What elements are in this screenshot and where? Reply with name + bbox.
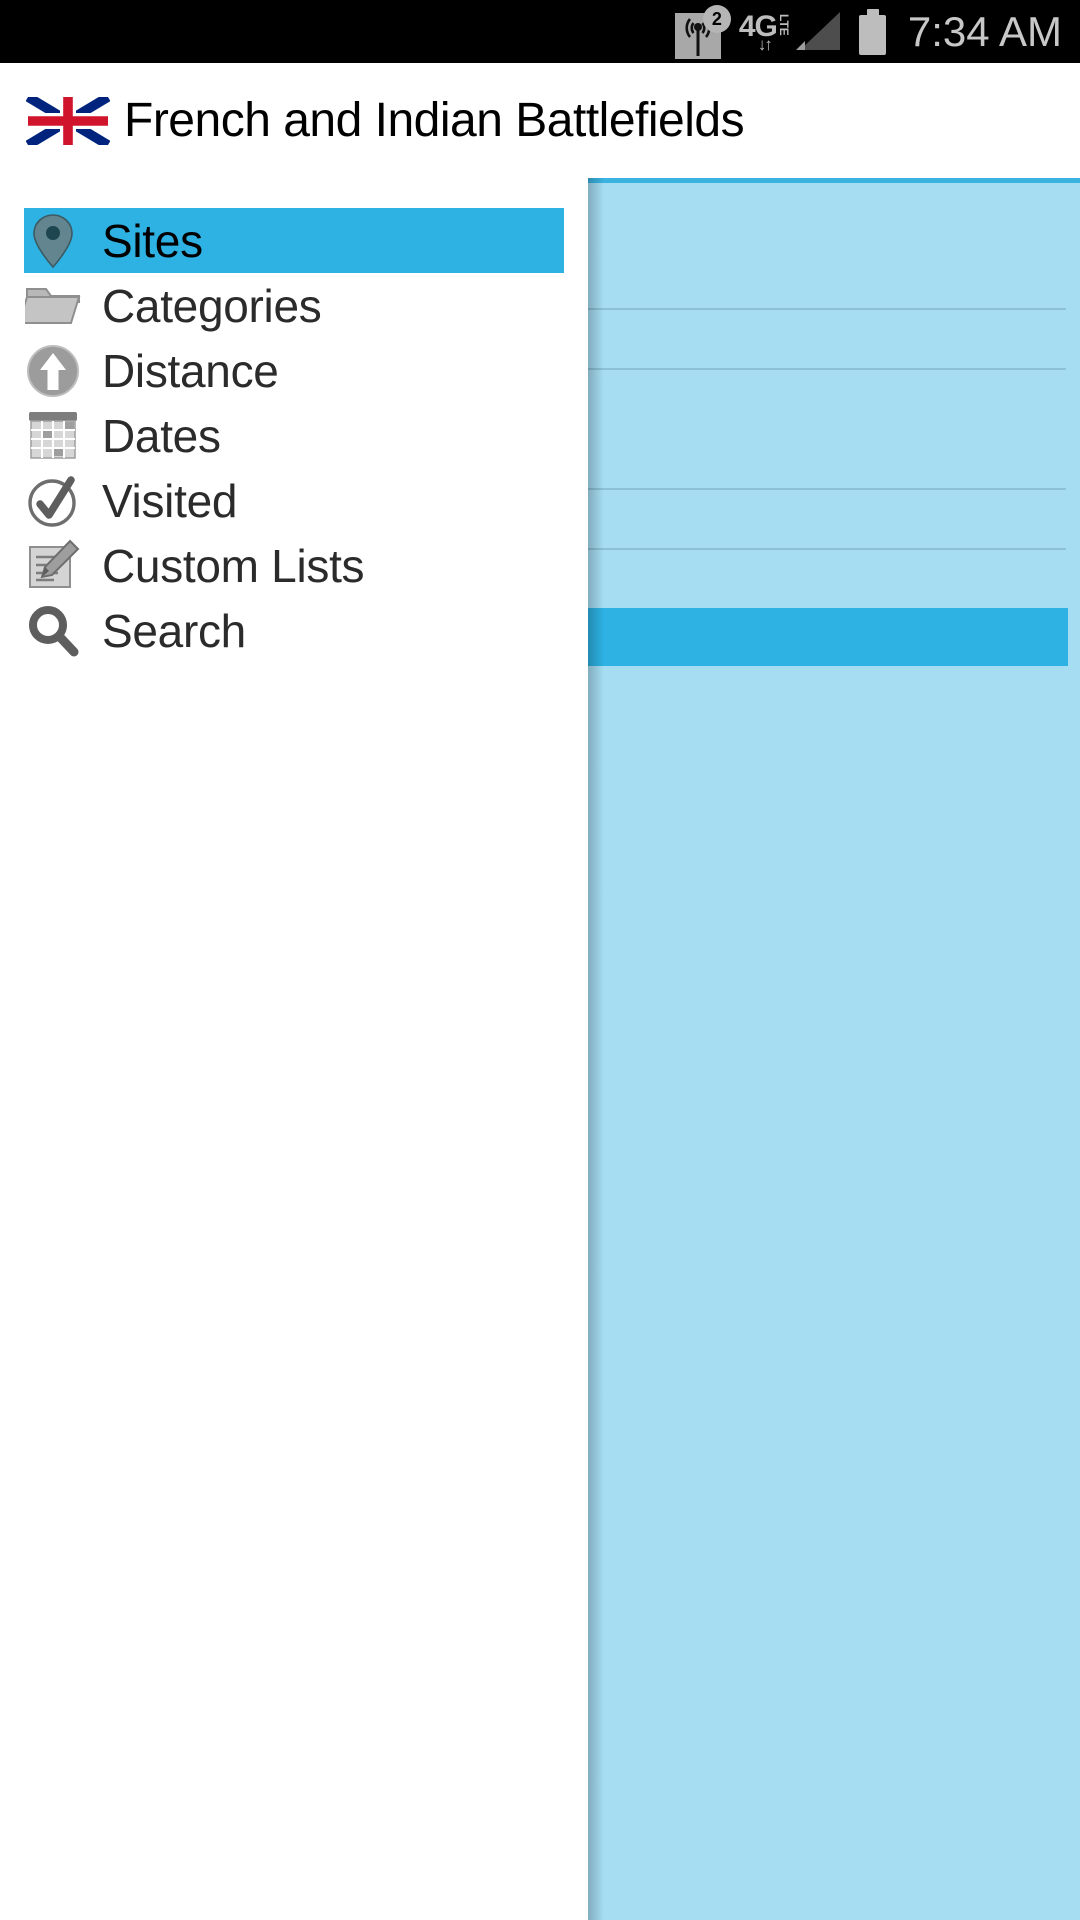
sidebar-item-label: Search [102,604,246,657]
content-row-divider [588,548,1066,550]
content-row-highlighted[interactable] [588,608,1068,666]
sidebar-item-label: Visited [102,474,238,527]
signal-full-triangle [799,11,840,50]
folder-icon [24,277,82,335]
network-suffix-label: LTE [776,13,791,36]
sidebar-item-label: Dates [102,409,221,462]
note-pencil-icon [24,537,82,595]
cell-broadcast-icon: 2 [673,4,731,59]
battery-icon [856,8,890,56]
content-row-divider [588,368,1066,370]
content-row-divider [588,488,1066,490]
navigation-drawer: Sites Categories Distance Dates Visited … [0,178,588,1920]
map-pin-icon [24,212,82,270]
cell-broadcast-badge: 2 [702,4,731,33]
action-bar: French and Indian Battlefields [0,63,1080,178]
status-bar: 2 4G LTE ↓↑ 7:34 AM [0,0,1080,63]
sidebar-item-visited[interactable]: Visited [24,468,588,533]
check-circle-icon [24,472,82,530]
union-jack-flag-icon [26,96,110,145]
signal-bars-icon [795,10,842,54]
content-panel-top-border [588,178,1080,183]
sidebar-item-distance[interactable]: Distance [24,338,588,403]
sidebar-item-dates[interactable]: Dates [24,403,588,468]
sidebar-item-label: Sites [102,214,203,267]
content-list-panel[interactable] [588,178,1080,1920]
sidebar-item-label: Custom Lists [102,539,365,592]
content-row-divider [588,308,1066,310]
drawer-edge-shadow [588,178,604,1920]
calendar-icon [24,407,82,465]
sidebar-item-search[interactable]: Search [24,598,588,663]
status-bar-clock: 7:34 AM [907,7,1062,55]
4g-lte-icon: 4G LTE ↓↑ [739,11,791,54]
data-transfer-arrows-icon: ↓↑ [757,34,773,54]
up-arrow-circle-icon [24,342,82,400]
signal-lit-triangle [795,40,805,50]
page-title: French and Indian Battlefields [124,94,745,147]
sidebar-item-categories[interactable]: Categories [24,273,588,338]
sidebar-item-label: Categories [102,279,322,332]
sidebar-item-sites[interactable]: Sites [24,208,564,273]
sidebar-item-custom-lists[interactable]: Custom Lists [24,533,588,598]
sidebar-item-label: Distance [102,344,279,397]
battery-body [858,14,886,55]
search-icon [24,602,82,660]
